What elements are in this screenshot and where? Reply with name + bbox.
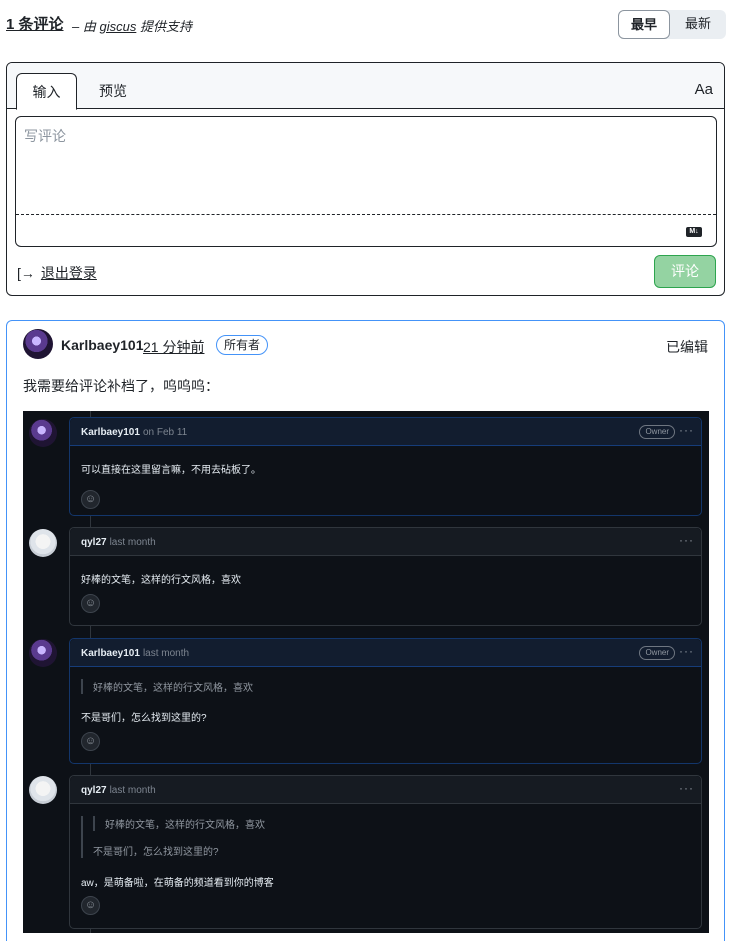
embedded-text: aw，是萌备啦，在萌备的频道看到你的博客 [81,878,274,889]
embedded-time: last month [109,537,156,548]
powered-by: – 由 giscus 提供支持 [72,16,192,35]
avatar [29,776,57,804]
embedded-text: 可以直接在这里留言嘛，不用去砧板了。 [81,465,261,476]
powered-by-suffix: 提供支持 [136,19,192,34]
embedded-comment-header: qyl27 last month ··· [70,528,701,556]
tab-preview[interactable]: 预览 [85,73,141,110]
embedded-time: on Feb 11 [142,427,188,438]
embedded-comment: qyl27 last month ··· 好棒的文笔，这样的行文风格，喜欢 不是哥… [69,775,702,929]
avatar [29,639,57,667]
emoji-reaction-icon: ☺ [81,896,100,915]
embedded-author-name: Karlbaey101 [81,648,140,659]
avatar[interactable] [23,329,53,359]
embedded-time: last month [109,785,156,796]
composer-tabbar: 输入 预览 Aa [7,63,724,110]
emoji-reaction-icon: ☺ [81,732,100,751]
embedded-author: Karlbaey101 on Feb 11 [81,427,187,438]
more-options-icon: ··· [679,781,694,795]
embedded-author-name: qyl27 [81,537,107,548]
embedded-nested-quote: 好棒的文笔，这样的行文风格，喜欢 [93,816,265,831]
avatar [29,419,57,447]
font-toggle-button[interactable]: Aa [695,81,713,98]
comment-card: Karlbaey101 21 分钟前 所有者 已编辑 我需要给评论补档了，呜呜呜… [6,320,725,941]
sort-oldest-button[interactable]: 最早 [618,10,670,39]
sort-toggle: 最早 最新 [618,10,726,39]
comment-count-link[interactable]: 1 条评论 [6,13,64,34]
owner-badge: 所有者 [216,335,269,355]
embedded-author-name: qyl27 [81,785,107,796]
comment-editor: M↓ [15,116,717,247]
embedded-comment-header: qyl27 last month ··· [70,776,701,804]
giscus-link[interactable]: giscus [99,19,136,34]
comments-header: 1 条评论 – 由 giscus 提供支持 最早 最新 [6,10,726,39]
comment-time-link[interactable]: 21 分钟前 [143,337,204,357]
emoji-reaction-icon: ☺ [81,490,100,509]
embedded-comment-header: Karlbaey101 on Feb 11 Owner ··· [70,418,701,446]
avatar [29,529,57,557]
embedded-author: qyl27 last month [81,785,156,796]
embedded-quote-text: 不是哥们，怎么找到这里的? [93,847,219,858]
comment-composer: 输入 预览 Aa M↓ [→ 退出登录 评论 [6,62,725,296]
embedded-time: last month [142,648,190,659]
comment-author[interactable]: Karlbaey101 [61,337,144,353]
sort-newest-button[interactable]: 最新 [672,10,724,39]
more-options-icon: ··· [679,423,694,437]
embedded-text: 好棒的文笔，这样的行文风格，喜欢 [81,575,241,586]
markdown-icon: M↓ [686,227,702,237]
embedded-author: qyl27 last month [81,537,156,548]
embedded-comment-header: Karlbaey101 last month Owner ··· [70,639,701,667]
embedded-comment: qyl27 last month ··· 好棒的文笔，这样的行文风格，喜欢 ☺ [69,527,702,626]
signout-label: 退出登录 [40,265,97,281]
comment-textarea[interactable] [16,117,716,215]
embedded-author: Karlbaey101 last month [81,648,189,659]
submit-comment-button[interactable]: 评论 [654,255,716,288]
signout-link[interactable]: [→ 退出登录 [17,263,97,283]
embedded-comment: Karlbaey101 on Feb 11 Owner ··· 可以直接在这里留言… [69,417,702,516]
tab-write[interactable]: 输入 [16,73,77,110]
embedded-comment: Karlbaey101 last month Owner ··· 好棒的文笔，这样… [69,638,702,764]
signout-icon: [→ [17,265,35,281]
embedded-screenshot: Karlbaey101 on Feb 11 Owner ··· 可以直接在这里留言… [23,411,709,933]
comment-body: 我需要给评论补档了，呜呜呜： [23,378,219,394]
embedded-owner-badge: Owner [639,425,675,439]
more-options-icon: ··· [679,644,694,658]
edited-indicator[interactable]: 已编辑 [666,337,708,357]
embedded-quote: 好棒的文笔，这样的行文风格，喜欢 [81,679,253,694]
powered-by-prefix: – 由 [72,19,100,34]
more-options-icon: ··· [679,533,694,547]
emoji-reaction-icon: ☺ [81,594,100,613]
embedded-text: 不是哥们，怎么找到这里的? [81,713,207,724]
embedded-quote: 好棒的文笔，这样的行文风格，喜欢 不是哥们，怎么找到这里的? [81,816,265,858]
embedded-author-name: Karlbaey101 [81,427,140,438]
embedded-owner-badge: Owner [639,646,675,660]
